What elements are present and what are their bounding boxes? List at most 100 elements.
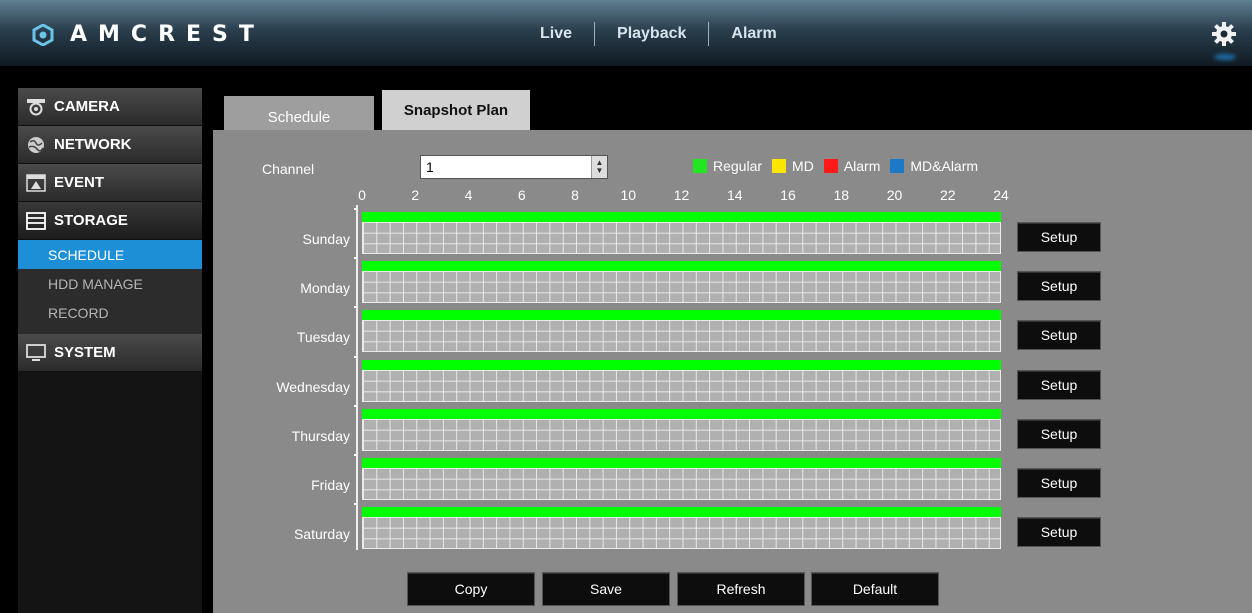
regular-schedule-bar[interactable] — [362, 458, 1001, 468]
setup-button[interactable]: Setup — [1017, 517, 1101, 548]
sidebar-item-system[interactable]: SYSTEM — [18, 334, 202, 372]
sidebar-subitem-schedule[interactable]: SCHEDULE — [18, 240, 202, 269]
refresh-button[interactable]: Refresh — [677, 572, 805, 606]
nav-live[interactable]: Live — [540, 25, 572, 43]
sidebar-item-label: NETWORK — [54, 136, 132, 153]
sidebar-item-camera[interactable]: CAMERA — [18, 88, 202, 126]
save-button[interactable]: Save — [542, 572, 670, 606]
sidebar-item-label: SYSTEM — [54, 344, 116, 361]
hour-label: 22 — [939, 187, 956, 203]
setup-button[interactable]: Setup — [1017, 468, 1101, 498]
regular-schedule-bar[interactable] — [362, 261, 1001, 272]
gear-icon[interactable] — [1210, 20, 1238, 48]
hour-label: 18 — [833, 187, 850, 203]
day-label: Sunday — [302, 231, 350, 247]
legend-label-md: MD — [792, 158, 814, 174]
storage-submenu: SCHEDULE HDD MANAGE RECORD — [18, 240, 202, 334]
tab-snapshot-plan[interactable]: Snapshot Plan — [382, 90, 530, 130]
legend: Regular MD Alarm MD&Alarm — [693, 158, 988, 174]
regular-schedule-bar[interactable] — [362, 212, 1001, 222]
legend-swatch-md-alarm — [890, 159, 905, 173]
setup-button[interactable]: Setup — [1017, 222, 1101, 252]
day-label: Saturday — [293, 526, 350, 543]
hour-label: 0 — [358, 187, 366, 203]
hour-label: 6 — [517, 187, 526, 203]
hour-label: 10 — [620, 187, 637, 203]
channel-value: 1 — [426, 159, 434, 175]
sidebar-item-storage[interactable]: STORAGE — [18, 202, 202, 240]
regular-schedule-bar[interactable] — [362, 359, 1001, 370]
day-label: Monday — [300, 280, 350, 297]
day-time-grid[interactable] — [362, 369, 1001, 402]
day-time-grid[interactable] — [362, 271, 1001, 304]
storage-icon — [26, 211, 46, 230]
regular-schedule-bar[interactable] — [362, 408, 1001, 419]
day-time-grid[interactable] — [362, 418, 1001, 451]
day-time-grid[interactable] — [362, 517, 1001, 550]
legend-label-md-alarm: MD&Alarm — [910, 158, 979, 174]
legend-swatch-md — [772, 159, 787, 173]
nav-alarm[interactable]: Alarm — [731, 25, 776, 43]
legend-swatch-regular — [693, 159, 707, 173]
hour-label: 2 — [411, 187, 420, 203]
legend-label-regular: Regular — [713, 158, 763, 174]
sidebar: CAMERA NETWORK EVENT STORAGE SCHEDULE HD… — [18, 88, 202, 613]
amcrest-logo-icon — [32, 23, 54, 46]
row-tick — [354, 503, 356, 506]
regular-schedule-bar[interactable] — [362, 507, 1001, 518]
main-nav: Live Playback Alarm — [540, 22, 777, 46]
network-icon — [28, 136, 44, 153]
nav-divider — [594, 22, 596, 46]
legend-label-alarm: Alarm — [843, 158, 881, 174]
nav-playback[interactable]: Playback — [617, 25, 686, 43]
sidebar-subitem-record[interactable]: RECORD — [18, 298, 202, 327]
setup-button[interactable]: Setup — [1017, 418, 1101, 449]
setup-button[interactable]: Setup — [1017, 320, 1101, 351]
day-label: Thursday — [291, 427, 350, 444]
sidebar-item-label: STORAGE — [54, 212, 128, 229]
sidebar-subitem-hdd-manage[interactable]: HDD MANAGE — [18, 269, 202, 298]
sidebar-item-network[interactable]: NETWORK — [18, 126, 202, 164]
legend-swatch-alarm — [823, 159, 838, 173]
nav-divider — [708, 22, 710, 46]
row-tick — [354, 454, 356, 456]
day-time-grid[interactable] — [362, 468, 1001, 500]
tab-schedule[interactable]: Schedule — [224, 96, 374, 130]
setup-button[interactable]: Setup — [1017, 369, 1101, 400]
day-label: Tuesday — [296, 329, 350, 346]
event-icon — [26, 173, 46, 192]
spinner-arrows-icon[interactable]: ▲ ▼ — [591, 156, 607, 178]
hour-label: 8 — [571, 187, 579, 203]
row-tick — [354, 208, 356, 210]
sidebar-item-label: CAMERA — [54, 98, 120, 115]
top-header: AMCREST Live Playback Alarm — [0, 0, 1252, 66]
gear-glow — [1214, 54, 1236, 60]
hour-label: 12 — [673, 187, 690, 203]
camera-icon — [27, 98, 45, 115]
hour-axis: 0 2 4 6 8 10 12 14 16 18 20 22 24 — [300, 185, 1020, 207]
regular-schedule-bar[interactable] — [362, 310, 1001, 321]
hour-label: 20 — [886, 187, 903, 203]
brand-logo: AMCREST — [32, 22, 265, 47]
hour-label: 16 — [780, 187, 796, 203]
channel-label: Channel — [262, 161, 315, 177]
day-time-grid[interactable] — [362, 320, 1001, 353]
row-tick — [354, 355, 356, 358]
row-tick — [354, 404, 356, 407]
day-label: Friday — [311, 477, 350, 493]
hour-label: 4 — [464, 187, 473, 203]
sidebar-item-label: EVENT — [54, 174, 105, 191]
brand-name: AMCREST — [70, 22, 265, 47]
hour-label: 14 — [726, 187, 743, 203]
setup-button[interactable]: Setup — [1017, 271, 1101, 302]
day-axis-line — [356, 205, 358, 550]
hour-label: 24 — [993, 187, 1009, 203]
copy-button[interactable]: Copy — [407, 572, 535, 606]
channel-select[interactable]: 1 ▲ ▼ — [420, 155, 608, 179]
row-tick — [354, 306, 356, 309]
day-time-grid[interactable] — [362, 222, 1001, 254]
default-button[interactable]: Default — [811, 572, 939, 606]
row-tick — [354, 257, 356, 260]
sidebar-item-event[interactable]: EVENT — [18, 164, 202, 202]
monitor-icon — [26, 343, 46, 361]
